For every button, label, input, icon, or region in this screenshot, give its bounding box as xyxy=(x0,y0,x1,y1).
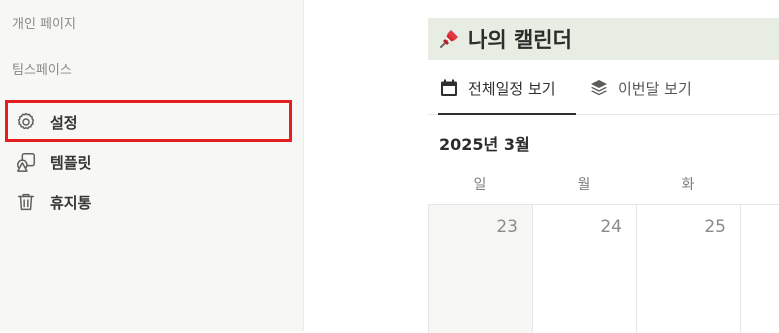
weekday-sun: 일 xyxy=(473,177,487,193)
calendar-day-cell[interactable] xyxy=(740,205,779,333)
page-title: 나의 캘린더 xyxy=(468,28,572,52)
settings-highlight-box xyxy=(5,100,292,142)
calendar-grid: 23 24 25 xyxy=(428,204,779,333)
calendar-icon xyxy=(438,77,460,99)
pushpin-icon xyxy=(436,26,462,52)
view-tabs: 전체일정 보기 이번달 보기 xyxy=(428,62,779,115)
tab-all-schedules[interactable]: 전체일정 보기 xyxy=(438,62,576,115)
month-label: 2025년 3월 xyxy=(439,135,530,154)
sidebar-item-trash[interactable]: 휴지통 xyxy=(14,188,91,216)
sidebar: 개인 페이지 팀스페이스 설정 템플릿 휴지통 xyxy=(0,0,304,331)
template-icon xyxy=(14,150,38,174)
layers-icon xyxy=(588,77,610,99)
day-number: 24 xyxy=(600,217,622,237)
sidebar-item-templates[interactable]: 템플릿 xyxy=(14,148,91,176)
tab-this-month[interactable]: 이번달 보기 xyxy=(588,62,692,114)
section-personal-pages[interactable]: 개인 페이지 xyxy=(12,13,76,32)
day-number: 25 xyxy=(704,217,726,237)
section-teamspace[interactable]: 팀스페이스 xyxy=(12,59,72,78)
weekday-mon: 월 xyxy=(577,177,591,193)
tab-label: 이번달 보기 xyxy=(618,79,692,98)
sidebar-item-label: 템플릿 xyxy=(50,153,92,172)
calendar-day-cell[interactable]: 23 xyxy=(428,205,532,333)
main-content: 나의 캘린더 전체일정 보기 이번달 보기 2025년 3월 일 월 화 23 … xyxy=(304,0,779,333)
day-number: 23 xyxy=(496,217,518,237)
calendar-day-cell[interactable]: 24 xyxy=(532,205,636,333)
weekday-tue: 화 xyxy=(681,177,695,193)
trash-icon xyxy=(14,190,38,214)
calendar-day-cell[interactable]: 25 xyxy=(636,205,740,333)
tab-label: 전체일정 보기 xyxy=(468,79,556,98)
page-title-bar: 나의 캘린더 xyxy=(428,18,779,60)
sidebar-item-label: 휴지통 xyxy=(50,193,92,212)
